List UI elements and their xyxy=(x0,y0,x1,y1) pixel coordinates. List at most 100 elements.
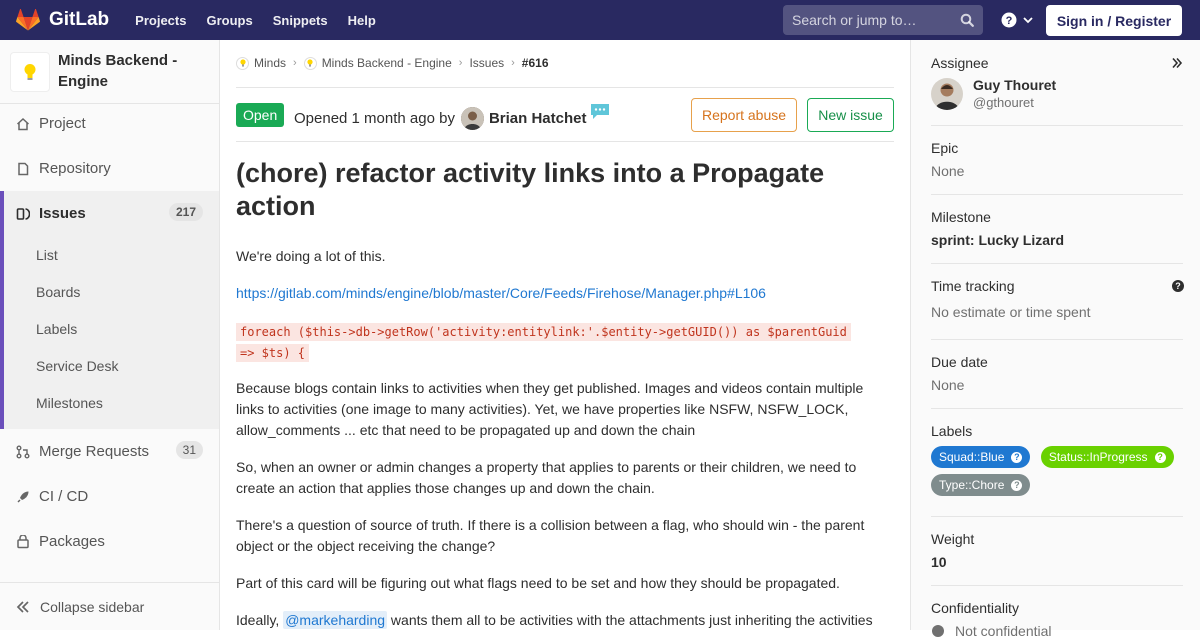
description-paragraph: Part of this card will be figuring out w… xyxy=(236,575,840,591)
labels-label: Labels xyxy=(931,423,973,439)
time-tracking-value: No estimate or time spent xyxy=(931,304,1091,320)
project-name: Minds Backend - Engine xyxy=(58,52,178,90)
sidebar-item-issues[interactable]: Issues 217 xyxy=(0,191,219,236)
breadcrumb: Minds › Minds Backend - Engine › Issues … xyxy=(236,56,549,70)
question-icon: ? xyxy=(1011,451,1023,463)
breadcrumb-separator: › xyxy=(458,57,463,69)
breadcrumb-project[interactable]: Minds Backend - Engine xyxy=(322,56,452,70)
label-text: Type::Chore xyxy=(939,478,1005,492)
milestone-value[interactable]: sprint: Lucky Lizard xyxy=(931,232,1183,248)
nav-projects[interactable]: Projects xyxy=(135,13,186,28)
weight-block: Weight 10 xyxy=(931,531,1183,586)
sidebar-sub-milestones[interactable]: Milestones xyxy=(36,395,103,411)
code-line: => $ts) { xyxy=(236,344,310,362)
issue-meta: Opened 1 month ago by Brian Hatchet xyxy=(294,104,610,130)
description-link[interactable]: https://gitlab.com/minds/engine/blob/mas… xyxy=(236,283,886,304)
sidebar-item-packages[interactable]: Packages xyxy=(0,519,219,564)
issue-right-sidebar: Assignee Guy Thouret @gthouret Epic None… xyxy=(910,40,1200,639)
due-date-label: Due date xyxy=(931,354,988,370)
sidebar-item-repository[interactable]: Repository xyxy=(0,146,219,191)
merge-requests-count-badge: 31 xyxy=(175,441,203,459)
issues-count-badge: 217 xyxy=(168,203,203,221)
author-name[interactable]: Brian Hatchet xyxy=(489,110,587,127)
svg-text:?: ? xyxy=(1175,281,1181,291)
code-snippet: foreach ($this->db->getRow('activity:ent… xyxy=(236,322,886,364)
doc-icon xyxy=(16,162,30,176)
merge-icon xyxy=(16,445,30,459)
sidebar-sub-service-desk[interactable]: Service Desk xyxy=(36,358,118,374)
home-icon xyxy=(16,117,30,131)
lightbulb-icon xyxy=(24,64,36,80)
search-icon xyxy=(960,13,974,27)
sidebar-item-label: Issues xyxy=(39,205,86,222)
sidebar-item-project[interactable]: Project xyxy=(0,101,219,146)
assignee-avatar[interactable] xyxy=(931,78,963,110)
sidebar-sub-labels[interactable]: Labels xyxy=(36,321,77,337)
nav-snippets[interactable]: Snippets xyxy=(273,13,328,28)
sidebar-sub-boards[interactable]: Boards xyxy=(36,284,80,300)
help-dropdown[interactable]: ? xyxy=(1001,12,1034,28)
epic-label: Epic xyxy=(931,140,959,156)
gitlab-logo[interactable]: GitLab xyxy=(16,9,109,31)
milestone-block: Milestone sprint: Lucky Lizard xyxy=(931,209,1183,264)
labels-block: Labels Squad::Blue? Status::InProgress? … xyxy=(931,423,1183,517)
sidebar-item-merge-requests[interactable]: Merge Requests 31 xyxy=(0,429,219,474)
label-chip[interactable]: Squad::Blue? xyxy=(931,446,1031,468)
nav-help[interactable]: Help xyxy=(348,13,376,28)
description-paragraph: So, when an owner or admin changes a pro… xyxy=(236,459,857,496)
assignee-handle: @gthouret xyxy=(973,95,1034,110)
sidebar-item-label: Packages xyxy=(39,533,105,550)
code-line: foreach ($this->db->getRow('activity:ent… xyxy=(236,323,851,341)
nav-groups[interactable]: Groups xyxy=(206,13,252,28)
confidentiality-value: Not confidential xyxy=(955,623,1052,639)
question-icon[interactable]: ? xyxy=(1172,280,1184,292)
sidebar-item-ci-cd[interactable]: CI / CD xyxy=(0,474,219,519)
question-icon: ? xyxy=(1011,479,1023,491)
sidebar-sub-list[interactable]: List xyxy=(36,247,58,263)
divider xyxy=(236,141,894,142)
package-icon xyxy=(16,534,30,549)
breadcrumb-group[interactable]: Minds xyxy=(254,56,286,70)
weight-label: Weight xyxy=(931,531,975,547)
author-avatar[interactable] xyxy=(460,107,484,130)
double-chevron-left-icon xyxy=(16,600,29,613)
confidentiality-label: Confidentiality xyxy=(931,600,1019,616)
search-input[interactable]: Search or jump to… xyxy=(783,5,983,35)
new-issue-button[interactable]: New issue xyxy=(807,98,894,132)
status-badge: Open xyxy=(236,103,285,127)
user-mention[interactable]: @markeharding xyxy=(283,611,388,629)
opened-text: Opened 1 month ago by xyxy=(294,110,455,127)
breadcrumb-separator: › xyxy=(511,57,515,69)
collapse-sidebar-button[interactable]: Collapse sidebar xyxy=(0,582,219,630)
due-date-block: Due date None xyxy=(931,354,1183,409)
sidebar-item-label: Merge Requests xyxy=(39,443,150,460)
project-header[interactable]: Minds Backend - Engine xyxy=(0,40,219,104)
label-text: Status::InProgress xyxy=(1048,450,1148,464)
time-tracking-label: Time tracking xyxy=(931,278,1015,294)
chevron-down-icon xyxy=(1023,17,1033,24)
sidebar-item-label: CI / CD xyxy=(39,488,89,505)
collapse-sidebar-label: Collapse sidebar xyxy=(40,598,145,615)
gitlab-tanuki-icon xyxy=(16,9,40,31)
top-nav-links: Projects Groups Snippets Help xyxy=(135,13,396,28)
description-paragraph: We're doing a lot of this. xyxy=(236,248,386,264)
time-tracking-block: Time tracking No estimate or time spent … xyxy=(931,278,1184,340)
breadcrumb-current[interactable]: #616 xyxy=(522,56,549,70)
label-chip[interactable]: Status::InProgress? xyxy=(1040,446,1174,468)
label-chip[interactable]: Type::Chore? xyxy=(931,474,1031,496)
assignee-label: Assignee xyxy=(931,55,989,71)
report-abuse-button[interactable]: Report abuse xyxy=(691,98,797,132)
brand-name: GitLab xyxy=(49,9,110,30)
group-avatar xyxy=(236,56,249,70)
due-date-value: None xyxy=(931,377,965,393)
paragraph-text: wants them all to be activities with the… xyxy=(390,612,873,628)
project-avatar-small xyxy=(303,56,317,70)
divider xyxy=(236,87,894,88)
sidebar-item-label: Repository xyxy=(39,160,111,177)
breadcrumb-issues[interactable]: Issues xyxy=(469,56,504,70)
sidebar-item-label: Project xyxy=(39,115,86,132)
sign-in-button[interactable]: Sign in / Register xyxy=(1046,5,1182,36)
labels-list: Squad::Blue? Status::InProgress? Type::C… xyxy=(931,446,1183,502)
svg-text:?: ? xyxy=(1006,15,1013,27)
assignee-name[interactable]: Guy Thouret xyxy=(973,77,1056,93)
